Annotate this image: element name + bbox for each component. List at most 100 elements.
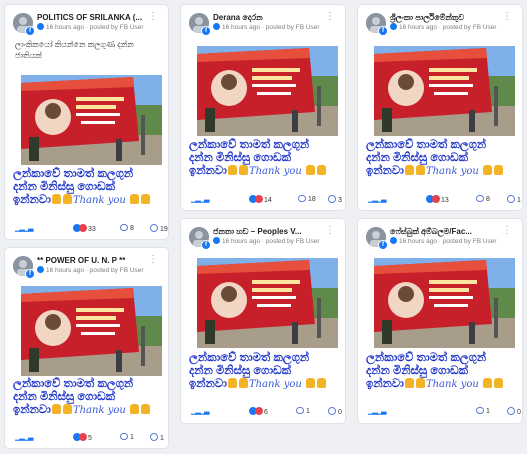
shares-value: 3: [338, 197, 342, 204]
post-meta: 16 hours ago · posted by FB User: [213, 237, 335, 245]
poster-line-3: ඉන්නවා Thank you: [13, 404, 163, 417]
shares-count[interactable]: 3: [328, 195, 342, 204]
more-dots-icon[interactable]: ⋮: [325, 11, 335, 22]
comments-count[interactable]: 1: [120, 433, 134, 441]
reactions-value: 33: [88, 226, 96, 233]
sparkline-icon: ▁▂▁▃: [368, 408, 387, 415]
post-card[interactable]: f ජනතා හඩ – Peoples V... 16 hours ago · …: [180, 218, 346, 424]
facebook-icon: f: [25, 269, 35, 279]
post-card[interactable]: f ** POWER OF U. N. P ** 16 hours ago · …: [4, 247, 169, 449]
comments-count[interactable]: 1: [476, 407, 490, 415]
poster-line-1: ලන්කාවේ තාමත් කලගුන්: [366, 139, 487, 151]
facebook-icon: f: [378, 26, 388, 36]
thumbs-up-icon: [306, 165, 316, 175]
page-name[interactable]: Derana දෙරන: [213, 13, 335, 23]
thumbs-up-icon: [51, 194, 61, 204]
more-dots-icon[interactable]: ⋮: [502, 225, 512, 236]
comments-count[interactable]: 8: [120, 224, 134, 232]
more-dots-icon[interactable]: ⋮: [502, 11, 512, 22]
comments-count[interactable]: 8: [476, 195, 490, 203]
thank-you-text: Thank you: [248, 379, 302, 390]
post-image[interactable]: [374, 46, 515, 136]
comments-count[interactable]: 18: [298, 195, 316, 203]
shares-count[interactable]: 1: [507, 195, 521, 204]
reactions-count[interactable]: 14: [249, 195, 272, 204]
facebook-icon: f: [201, 240, 211, 250]
love-reaction-icon: [432, 195, 440, 203]
love-reaction-icon: [255, 407, 263, 415]
post-image[interactable]: [197, 46, 338, 136]
post-header: f ෆේස්බුක් අම්බලම/Fac... 16 hours ago · …: [366, 225, 512, 251]
shares-count[interactable]: 0: [328, 407, 342, 416]
page-name[interactable]: ** POWER OF U. N. P **: [37, 256, 158, 265]
sparkline-icon: ▁▂▁▃: [15, 434, 34, 441]
thumbs-up-icon: [404, 165, 414, 175]
comments-value: 1: [130, 434, 134, 441]
reactions-count[interactable]: 13: [426, 195, 449, 204]
post-caption: ලාංකිකයෝ කියන්නෙ කලගුණ දන්න ජාතියක්: [15, 40, 134, 60]
post-card[interactable]: f ෆේස්බුක් අම්බලම/Fac... 16 hours ago · …: [357, 218, 523, 424]
post-card[interactable]: f Derana දෙරන 16 hours ago · posted by F…: [180, 4, 346, 211]
shares-value: 0: [517, 409, 521, 416]
poster-text: ලන්කාවේ තාමත් කලගුන් දන්න මිනිස්සු ගොඩක්…: [366, 139, 516, 178]
reactions-count[interactable]: 33: [73, 224, 96, 233]
engagement-bar: ▁▂▁▃ 5 1 1: [15, 433, 164, 443]
post-meta: 16 hours ago · posted by FB User: [390, 23, 512, 31]
thumbs-up-icon: [404, 378, 414, 388]
facebook-icon: [390, 23, 397, 30]
thumbs-up-icon: [306, 378, 316, 388]
post-image[interactable]: [21, 286, 162, 376]
shares-count[interactable]: 1: [150, 433, 164, 442]
post-card[interactable]: f ශ්‍රීලංකා පාර්ලිමේන්තුව 16 hours ago ·…: [357, 4, 523, 211]
posted-by: posted by FB User: [265, 24, 320, 31]
post-header: f ** POWER OF U. N. P ** 16 hours ago · …: [13, 254, 158, 280]
thumbs-up-icon: [130, 194, 140, 204]
reactions-value: 13: [441, 197, 449, 204]
poster-line-1: ලන්කාවේ තාමත් කලගුන්: [189, 139, 310, 151]
comment-icon: [120, 433, 128, 440]
posted-by: posted by FB User: [89, 267, 144, 274]
thank-you-text: Thank you: [72, 405, 126, 416]
post-image[interactable]: [374, 258, 515, 348]
post-image[interactable]: [21, 75, 162, 165]
facebook-icon: [213, 23, 220, 30]
thumbs-up-icon: [494, 165, 504, 175]
comments-value: 8: [130, 225, 134, 232]
thumbs-up-icon: [317, 165, 327, 175]
posted-by: posted by FB User: [265, 238, 320, 245]
comment-icon: [296, 407, 304, 414]
thumbs-up-icon: [141, 194, 151, 204]
post-time: 16 hours ago: [222, 24, 260, 31]
shares-count[interactable]: 0: [507, 407, 521, 416]
poster-text: ලන්කාවේ තාමත් කලගුන් දන්න මිනිස්සු ගොඩක්…: [366, 352, 516, 391]
post-header: f ජනතා හඩ – Peoples V... 16 hours ago · …: [189, 225, 335, 251]
post-time: 16 hours ago: [399, 238, 437, 245]
page-name[interactable]: ජනතා හඩ – Peoples V...: [213, 227, 335, 237]
comments-count[interactable]: 1: [296, 407, 310, 415]
shares-count[interactable]: 19: [150, 224, 168, 233]
page-name[interactable]: POLITICS OF SRILANKA (...: [37, 13, 158, 22]
more-dots-icon[interactable]: ⋮: [148, 11, 158, 22]
facebook-icon: [37, 23, 44, 30]
post-image[interactable]: [197, 258, 338, 348]
engagement-bar: ▁▂▁▃ 1 0: [368, 407, 521, 417]
reactions-value: 5: [88, 435, 92, 442]
poster-line-3-text: ඉන්නවා: [366, 378, 404, 390]
page-name[interactable]: ෆේස්බුක් අම්බලම/Fac...: [390, 227, 512, 237]
facebook-icon: f: [25, 26, 35, 36]
post-card[interactable]: f POLITICS OF SRILANKA (... 16 hours ago…: [4, 4, 169, 240]
reactions-count[interactable]: 6: [249, 407, 268, 416]
shares-value: 1: [517, 197, 521, 204]
sparkline-icon: ▁▂▁▃: [191, 196, 210, 203]
post-meta: 16 hours ago · posted by FB User: [390, 237, 512, 245]
comment-icon: [298, 195, 306, 202]
sparkline-icon: ▁▂▁▃: [368, 196, 387, 203]
page-name[interactable]: ශ්‍රීලංකා පාර්ලිමේන්තුව: [390, 13, 512, 23]
reactions-count[interactable]: 5: [73, 433, 92, 442]
post-header: f Derana දෙරන 16 hours ago · posted by F…: [189, 11, 335, 37]
more-dots-icon[interactable]: ⋮: [148, 254, 158, 265]
poster-line-3-text: ඉන්නවා: [189, 165, 227, 177]
facebook-icon: [37, 266, 44, 273]
poster-line-2: දන්න මිනිස්සු ගොඩක්: [13, 181, 116, 193]
more-dots-icon[interactable]: ⋮: [325, 225, 335, 236]
